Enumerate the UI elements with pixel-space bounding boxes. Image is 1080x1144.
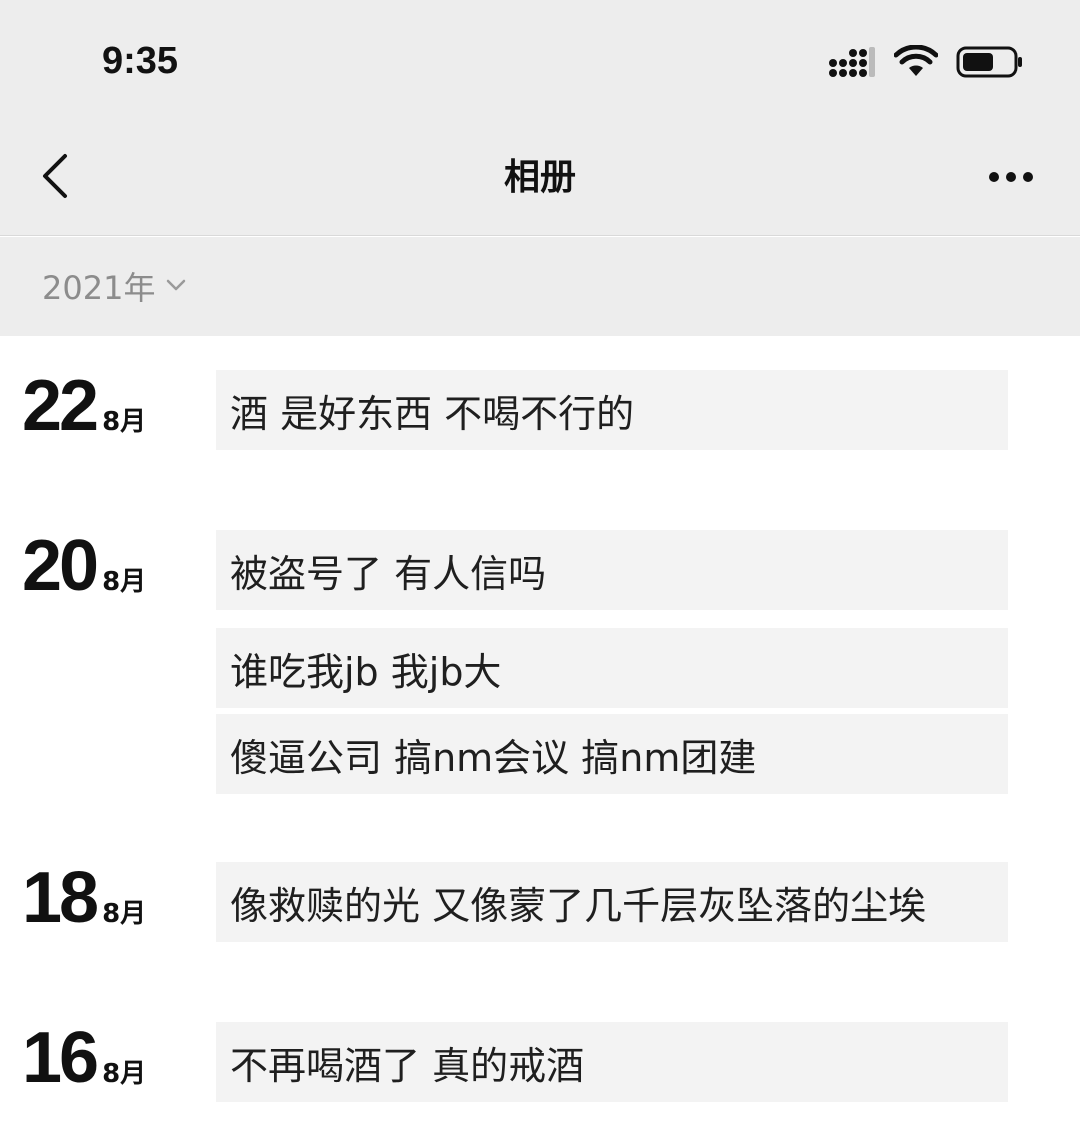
wifi-icon	[893, 44, 939, 83]
date-label: 16 8月	[22, 1022, 146, 1094]
date-day: 20	[22, 526, 99, 606]
status-icons	[828, 44, 1024, 84]
date-day: 16	[22, 1018, 99, 1098]
year-label: 2021年	[42, 269, 156, 307]
more-dots-icon	[988, 168, 1034, 187]
page-title: 相册	[503, 157, 576, 198]
text-post[interactable]: 被盗号了 有人信吗	[216, 530, 1008, 610]
text-post[interactable]: 酒 是好东西 不喝不行的	[216, 370, 1008, 450]
battery-icon	[956, 45, 1024, 83]
date-month: 8月	[102, 567, 147, 597]
text-post[interactable]: 不再喝酒了 真的戒酒	[216, 1022, 1008, 1102]
text-post[interactable]: 谁吃我jb 我jb大	[216, 628, 1008, 708]
chevron-down-icon	[165, 277, 187, 296]
text-post[interactable]: 傻逼公司 搞nm会议 搞nm团建	[216, 714, 1008, 794]
status-time: 9:35	[102, 40, 179, 82]
date-month: 8月	[102, 1059, 147, 1089]
date-month: 8月	[102, 407, 147, 437]
date-label: 22 8月	[22, 370, 146, 442]
date-label: 20 8月	[22, 530, 146, 602]
more-button[interactable]	[986, 162, 1036, 192]
date-label: 18 8月	[22, 862, 146, 934]
date-day: 18	[22, 858, 99, 938]
date-day: 22	[22, 366, 99, 446]
top-bar: 9:35 相册	[0, 0, 1080, 236]
year-selector[interactable]: 2021年	[42, 264, 187, 308]
date-month: 8月	[102, 899, 147, 929]
signal-icon	[828, 45, 876, 83]
text-post[interactable]: 像救赎的光 又像蒙了几千层灰坠落的尘埃	[216, 862, 1008, 942]
